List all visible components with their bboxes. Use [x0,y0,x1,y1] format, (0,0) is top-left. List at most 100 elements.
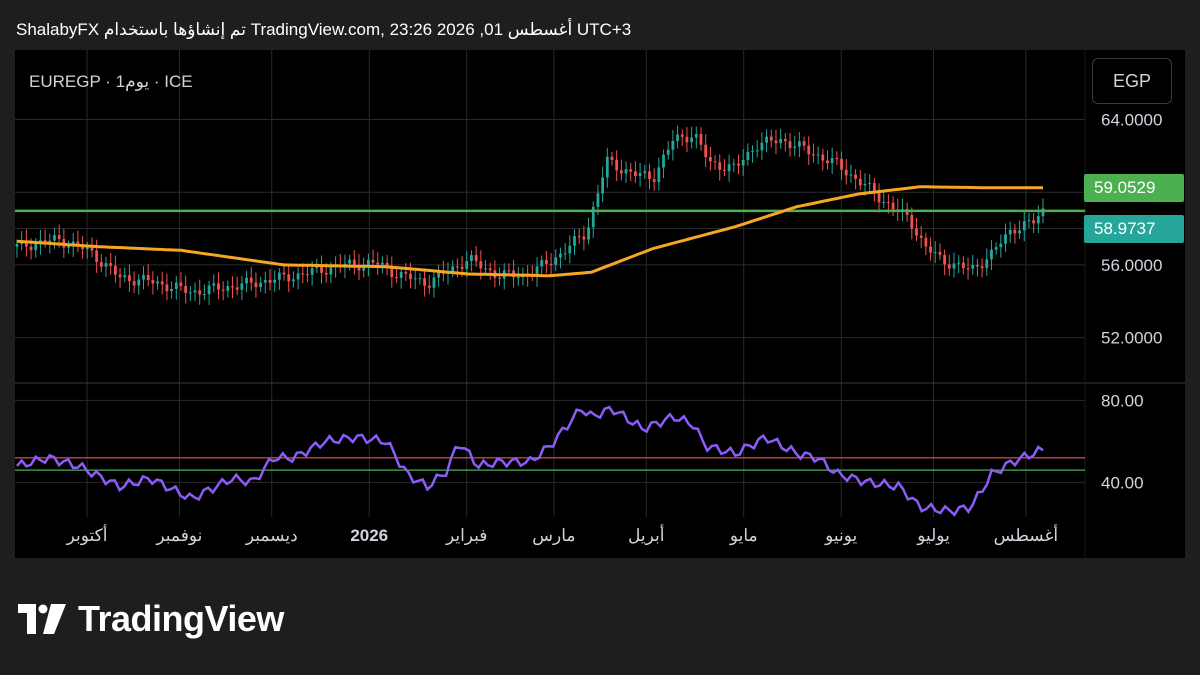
candle-body-47 [235,287,239,290]
candle-body-163 [779,138,783,144]
price-axis-label-0: 64.0000 [1101,111,1162,130]
candle-body-99 [479,261,483,269]
candle-body-202 [961,262,965,269]
candle-body-117 [563,253,567,255]
time-axis-label-3: 2026 [350,526,388,545]
price-axis-label-1: 56.0000 [1101,256,1162,275]
candle-body-208 [990,249,993,260]
candle-body-168 [802,141,806,146]
candle-body-59 [292,279,295,282]
candle-body-126 [605,156,609,178]
rsi-axis-label-0: 80.00 [1101,391,1144,410]
candle-body-213 [1013,229,1017,234]
candle-body-56 [277,272,281,280]
candle-body-165 [788,141,792,148]
candle-body-211 [1004,234,1007,244]
candle-body-72 [352,259,356,265]
time-axis-label-5: مارس [532,526,575,546]
candle-body-65 [320,266,323,273]
candle-body-176 [840,158,843,170]
candle-body-219 [1041,208,1045,217]
candle-body-21 [113,265,117,275]
candle-body-78 [381,262,384,265]
candle-body-37 [188,292,192,294]
candle-body-32 [165,284,169,292]
currency-button[interactable]: EGP [1092,58,1172,104]
candle-body-118 [568,245,572,254]
candle-body-25 [132,281,136,286]
candle-body-162 [774,140,778,144]
candle-body-88 [427,285,431,288]
candle-body-173 [826,160,829,164]
candle-body-171 [816,154,820,156]
candle-body-62 [306,274,309,276]
candle-body-122 [587,227,590,240]
time-axis-label-0: أكتوبر [66,524,108,546]
candle-body-152 [727,164,731,172]
candle-body-142 [680,134,684,137]
candle-body-177 [844,169,848,176]
candle-body-38 [193,290,197,293]
candle-body-193 [919,235,923,238]
candle-body-179 [854,174,858,179]
candle-body-84 [409,273,412,280]
candle-body-107 [516,277,520,279]
candle-body-96 [465,261,469,269]
candle-body-52 [259,282,263,288]
candle-body-60 [296,273,300,280]
candle-body-174 [830,158,834,164]
candle-body-61 [301,273,305,275]
candle-body-95 [460,266,464,269]
candle-body-114 [549,263,553,265]
candle-body-191 [910,215,914,229]
candle-body-119 [573,236,576,246]
candle-body-214 [1018,230,1021,234]
tradingview-logo[interactable]: TradingView [18,598,284,640]
candle-body-29 [151,280,155,284]
chart-frame[interactable]: 64.0000 56.0000 52.0000 80.00 40.00 أكتوبر نوف… [15,50,1185,558]
candle-body-135 [648,171,651,180]
candle-body-35 [179,282,183,286]
candle-body-169 [807,145,811,155]
candle-body-150 [718,162,722,170]
chart-svg[interactable]: 64.0000 56.0000 52.0000 80.00 40.00 أكتوبر نوف… [15,50,1185,558]
candle-body-50 [249,277,253,283]
candle-body-161 [769,136,773,141]
candle-body-149 [713,161,717,163]
candle-body-51 [254,282,258,288]
candle-body-180 [858,178,862,186]
candle-body-8 [53,235,56,241]
rsi-line [16,405,1044,517]
candle-body-101 [488,268,492,271]
candle-body-205 [976,265,979,267]
candle-body-9 [57,235,61,239]
candle-body-103 [498,277,501,279]
candle-body-146 [699,133,703,145]
candle-body-159 [760,142,764,151]
candle-body-46 [231,286,234,288]
candle-body-120 [577,236,581,238]
candle-body-209 [994,247,998,250]
candle-body-86 [418,278,422,280]
rsi-axis-label-1: 40.00 [1101,473,1144,492]
candle-body-11 [67,246,70,248]
candle-body-27 [142,275,145,280]
candle-body-129 [619,170,623,174]
candle-body-200 [952,263,956,269]
candle-body-218 [1036,216,1040,224]
time-axis-label-6: أبريل [628,524,664,546]
candle-body-113 [544,260,548,264]
candle-body-57 [282,272,286,275]
candle-body-153 [732,163,736,165]
candle-body-53 [263,279,267,283]
candle-body-155 [741,160,745,166]
candle-body-17 [95,250,99,263]
candle-body-22 [118,274,122,278]
candle-body-41 [207,285,211,295]
candle-body-121 [582,236,586,240]
candle-body-210 [999,243,1003,248]
candle-body-55 [273,279,277,283]
time-axis-label-9: يوليو [916,526,950,546]
candle-body-138 [662,154,665,168]
candle-body-148 [708,157,712,162]
